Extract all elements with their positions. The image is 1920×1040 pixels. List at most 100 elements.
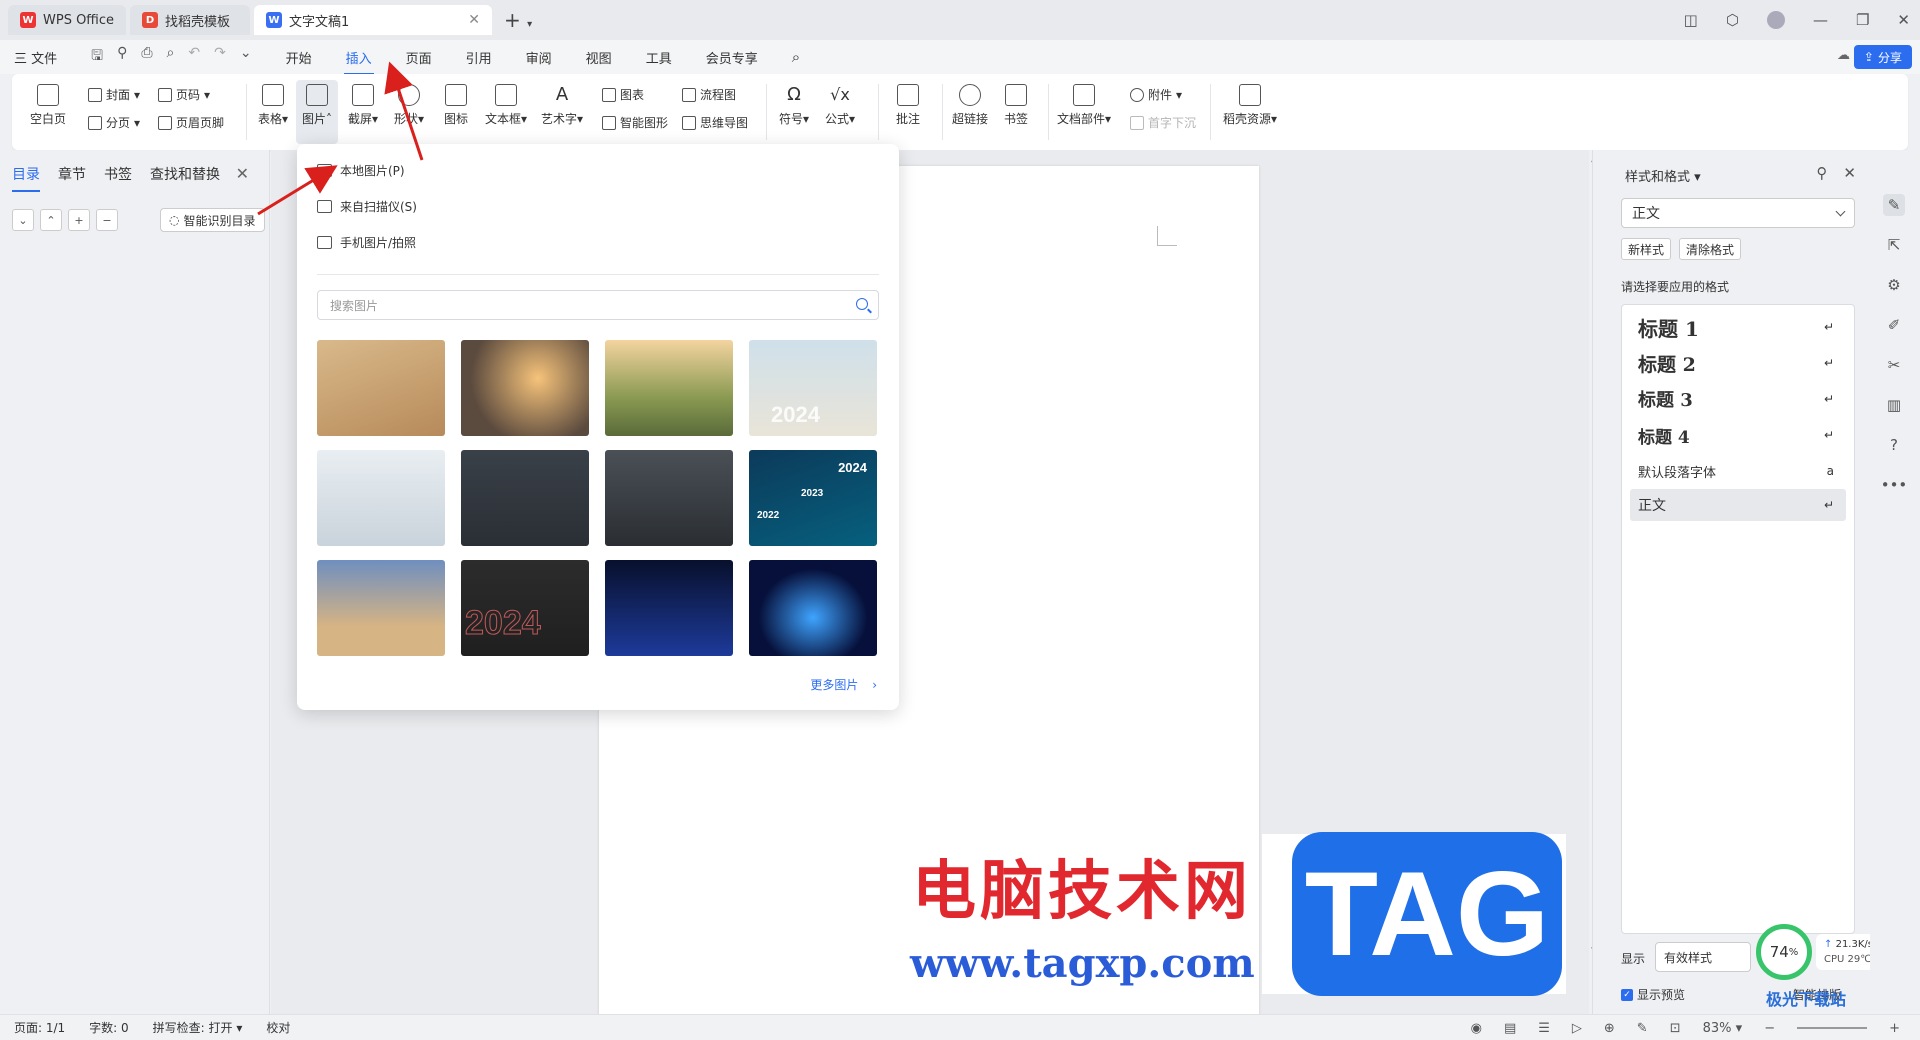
tab-document[interactable]: W 文字文稿1 ✕ [254,5,493,35]
doc-parts-button[interactable]: 文档部件▾ [1054,84,1114,127]
scanner-item[interactable]: 来自扫描仪(S) [317,198,417,215]
zoom-out-icon[interactable]: − [1764,1021,1775,1036]
style-item[interactable]: 标题 3 ↵ [1630,383,1846,415]
tab-template[interactable]: D 找稻壳模板 [130,5,251,35]
phone-picture-item[interactable]: 手机图片/拍照 [317,234,416,251]
pin-icon[interactable]: ⚲ [1816,164,1827,182]
tools-icon[interactable]: ✂ [1883,354,1905,376]
zoom-level[interactable]: 83% ▾ [1703,1021,1743,1036]
close-icon[interactable]: ✕ [1843,164,1856,182]
daoke-resource-button[interactable]: 稻壳资源▾ [1218,84,1282,127]
proofread[interactable]: 校对 [266,1019,290,1036]
outline-view-icon[interactable]: ☰ [1538,1021,1550,1036]
shape-button[interactable]: 形状▾ [388,84,430,127]
close-tab-icon[interactable]: ✕ [468,12,480,28]
flowchart-button[interactable]: 流程图 [682,86,736,103]
page-view-icon[interactable]: ▤ [1504,1021,1516,1036]
style-item[interactable]: 标题 4 ↵ [1630,419,1846,451]
show-preview-checkbox[interactable]: ✓ 显示预览 [1621,986,1685,1003]
close-window-icon[interactable]: ✕ [1897,11,1910,29]
picture-thumbnail[interactable] [605,340,733,436]
print-icon[interactable]: ⎙ [141,45,152,69]
textbox-button[interactable]: 文本框▾ [482,84,530,127]
style-item[interactable]: 正文 ↵ [1630,489,1846,521]
zoom-slider[interactable] [1797,1027,1868,1029]
picture-thumbnail[interactable] [749,560,877,656]
search-icon[interactable]: ⌕ [792,48,800,66]
picture-search-input[interactable]: 搜索图片 [317,290,879,320]
link-icon[interactable]: ⚲ [117,45,127,69]
picture-thumbnail[interactable] [317,340,445,436]
menu-reference[interactable]: 引用 [466,48,492,67]
wordart-button[interactable]: A 艺术字▾ [538,84,586,127]
picture-thumbnail[interactable] [605,560,733,656]
share-button[interactable]: ⇪ 分享 [1853,45,1912,69]
chevron-down-icon[interactable]: ⌄ [12,209,34,231]
icon-button[interactable]: 图标 [436,84,476,127]
hyperlink-button[interactable]: 超链接 [948,84,992,127]
web-view-icon[interactable]: ⊕ [1604,1021,1615,1036]
more-pictures-link[interactable]: 更多图片 › [810,676,877,693]
restore-icon[interactable]: ❐ [1856,11,1869,29]
screenshot-button[interactable]: 截屏▾ [342,84,384,127]
plus-icon[interactable]: + [68,209,90,231]
picture-thumbnail[interactable] [461,340,589,436]
fit-icon[interactable]: ⊡ [1670,1021,1681,1036]
header-footer-button[interactable]: 页眉页脚 [158,114,224,131]
mindmap-button[interactable]: 思维导图 [682,114,748,131]
smartart-button[interactable]: 智能图形 [602,114,668,131]
play-icon[interactable]: ▷ [1572,1021,1582,1036]
drop-cap-button[interactable]: 首字下沉 [1130,114,1196,131]
style-pen-icon[interactable]: ✎ [1883,194,1905,216]
picture-thumbnail[interactable]: 2024 [461,560,589,656]
more-icon[interactable]: ••• [1881,474,1908,496]
formula-button[interactable]: √x 公式▾ [820,84,860,127]
menu-home[interactable]: 开始 [286,48,312,67]
menu-insert[interactable]: 插入 [343,48,374,75]
style-item[interactable]: 默认段落字体 a [1630,455,1846,487]
menu-view[interactable]: 视图 [586,48,612,67]
attachment-button[interactable]: 附件 ▾ [1130,86,1182,103]
local-picture-item[interactable]: 本地图片(P) [317,162,405,179]
picture-thumbnail[interactable] [317,560,445,656]
avatar[interactable] [1766,11,1785,29]
style-item[interactable]: 标题 1 ↵ [1630,311,1846,343]
chart-button[interactable]: 图表 [602,86,644,103]
table-button[interactable]: 表格▾ [252,84,294,127]
picture-thumbnail[interactable] [317,450,445,546]
page-break-button[interactable]: 分页 ▾ [88,114,140,131]
cover-button[interactable]: 封面 ▾ [88,86,140,103]
tab-chapter[interactable]: 章节 [58,164,86,192]
select-cursor-icon[interactable]: ⇱ [1883,234,1905,256]
smart-toc-button[interactable]: ◌ 智能识别目录 [160,208,265,232]
redo-icon[interactable]: ↷ [214,45,226,69]
menu-review[interactable]: 审阅 [526,48,552,67]
blank-page-button[interactable]: 空白页 [26,84,70,127]
search-icon[interactable] [856,298,868,310]
picture-thumbnail[interactable]: 2024 2022 2023 [749,450,877,546]
tab-bookmark[interactable]: 书签 [104,164,132,192]
undo-icon[interactable]: ↶ [188,45,200,69]
bookmark-button[interactable]: 书签 [996,84,1036,127]
edit-doc-icon[interactable]: ✐ [1883,314,1905,336]
chevron-up-icon[interactable]: ⌃ [40,209,62,231]
pen-icon[interactable]: ✎ [1637,1021,1648,1036]
save-icon[interactable]: 🖫 [91,45,103,69]
menu-tools[interactable]: 工具 [646,48,672,67]
menu-page[interactable]: 页面 [406,48,432,67]
menu-member[interactable]: 会员专享 [706,48,758,67]
file-menu[interactable]: 三 文件 [14,48,57,67]
chevron-down-icon[interactable]: ⌄ [240,45,252,69]
help-icon[interactable]: ? [1883,434,1905,456]
minimize-icon[interactable]: — [1813,11,1828,29]
zoom-in-icon[interactable]: + [1889,1021,1900,1036]
word-count[interactable]: 字数: 0 [89,1019,129,1036]
new-tab-icon[interactable]: + ▾ [504,8,532,32]
new-style-button[interactable]: 新样式 [1621,238,1672,260]
chat-icon[interactable]: ☁ [1837,48,1850,63]
minus-icon[interactable]: − [96,209,118,231]
cube-icon[interactable]: ⬡ [1726,11,1739,29]
picture-thumbnail[interactable] [461,450,589,546]
picture-button[interactable]: 图片˄ [296,80,338,144]
adjust-icon[interactable]: ⚙ [1883,274,1905,296]
